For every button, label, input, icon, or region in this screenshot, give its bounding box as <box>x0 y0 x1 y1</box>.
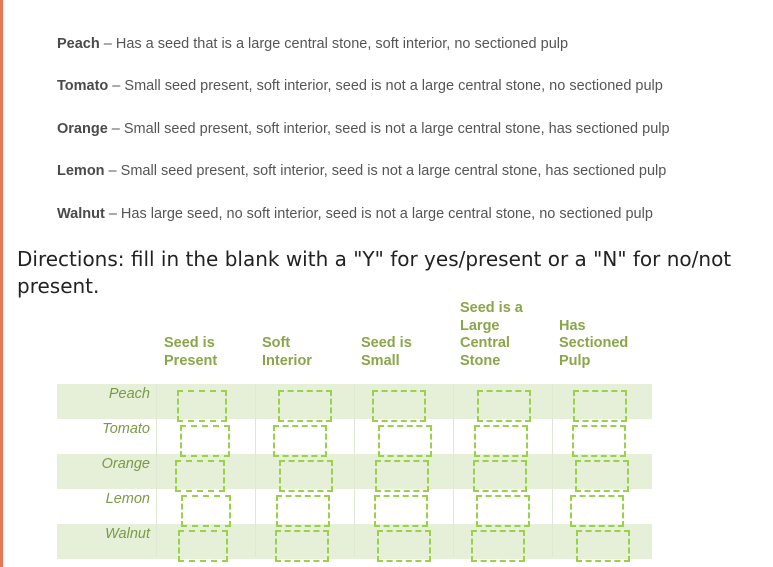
answer-blank-walnut-3[interactable] <box>377 530 431 562</box>
answer-blank-lemon-2[interactable] <box>276 495 330 527</box>
row-label-walnut: Walnut <box>105 526 150 542</box>
column-header-line: Soft <box>262 335 291 351</box>
answer-blank-tomato-5[interactable] <box>572 425 626 457</box>
left-accent-border <box>0 0 3 567</box>
column-divider <box>156 384 157 557</box>
answer-blank-lemon-1[interactable] <box>181 495 231 527</box>
fruit-name: Tomato <box>57 78 109 94</box>
column-header-line: Seed is <box>164 335 215 351</box>
fruit-description: – Has large seed, no soft interior, seed… <box>104 206 653 222</box>
fruit-description: – Has a seed that is a large central sto… <box>99 36 569 52</box>
column-header-line: Small <box>361 352 400 369</box>
answer-blank-peach-2[interactable] <box>278 390 332 422</box>
column-header-line: Stone <box>460 352 501 369</box>
description-peach: Peach – Has a seed that is a large centr… <box>57 36 568 52</box>
answer-blank-orange-1[interactable] <box>175 460 225 492</box>
column-header-line: Seed is <box>361 335 412 351</box>
answer-blank-orange-4[interactable] <box>473 460 527 492</box>
answer-blank-lemon-3[interactable] <box>374 495 428 527</box>
column-header: Seed is Small <box>361 335 412 370</box>
column-divider <box>453 384 454 557</box>
answer-blank-walnut-4[interactable] <box>471 530 525 562</box>
column-divider <box>354 384 355 557</box>
answer-blank-walnut-2[interactable] <box>275 530 329 562</box>
column-header: Has Sectioned Pulp <box>559 318 628 371</box>
answer-blank-peach-5[interactable] <box>573 390 627 422</box>
description-walnut: Walnut – Has large seed, no soft interio… <box>57 206 653 222</box>
column-header-line: Seed is a <box>460 300 523 316</box>
column-header-line: Large <box>460 317 500 334</box>
answer-blank-peach-3[interactable] <box>372 390 426 422</box>
description-tomato: Tomato – Small seed present, soft interi… <box>57 78 663 94</box>
column-divider <box>552 384 553 557</box>
description-orange: Orange – Small seed present, soft interi… <box>57 121 670 137</box>
fruit-description: – Small seed present, soft interior, see… <box>107 121 670 137</box>
column-header-line: Sectioned <box>559 335 629 351</box>
answer-blank-tomato-2[interactable] <box>273 425 327 457</box>
column-divider <box>255 384 256 557</box>
column-header-line: Has <box>559 317 586 334</box>
answer-blank-tomato-4[interactable] <box>474 425 528 457</box>
fruit-description: – Small seed present, soft interior, see… <box>108 78 663 94</box>
description-lemon: Lemon – Small seed present, soft interio… <box>57 163 666 179</box>
fruit-name: Walnut <box>57 206 105 222</box>
column-header: Seed is a Large Central Stone <box>460 300 523 370</box>
answer-blank-orange-3[interactable] <box>375 460 429 492</box>
answer-blank-peach-1[interactable] <box>177 390 227 422</box>
answer-blank-peach-4[interactable] <box>477 390 531 422</box>
column-header-line: Interior <box>262 352 312 369</box>
answer-blank-tomato-1[interactable] <box>180 425 230 457</box>
answer-blank-lemon-4[interactable] <box>476 495 530 527</box>
row-label-lemon: Lemon <box>105 491 150 507</box>
column-header-line: Pulp <box>559 352 591 369</box>
answer-blank-walnut-1[interactable] <box>178 530 228 562</box>
answer-blank-walnut-5[interactable] <box>576 530 630 562</box>
answer-blank-orange-2[interactable] <box>279 460 333 492</box>
directions-text: Directions: fill in the blank with a "Y"… <box>17 247 732 298</box>
answer-blank-orange-5[interactable] <box>575 460 629 492</box>
row-label-orange: Orange <box>101 456 150 472</box>
fruit-name: Lemon <box>57 163 105 179</box>
row-label-peach: Peach <box>108 386 150 402</box>
fruit-name: Orange <box>57 121 108 137</box>
column-header-line: Present <box>164 352 218 369</box>
column-header: Seed is Present <box>164 335 217 370</box>
fruit-description: – Small seed present, soft interior, see… <box>104 163 667 179</box>
column-header-line: Central <box>460 335 510 351</box>
answer-blank-lemon-5[interactable] <box>570 495 624 527</box>
column-header: Soft Interior <box>262 335 312 370</box>
fruit-name: Peach <box>57 36 100 52</box>
row-label-tomato: Tomato <box>102 421 150 437</box>
answer-blank-tomato-3[interactable] <box>378 425 432 457</box>
